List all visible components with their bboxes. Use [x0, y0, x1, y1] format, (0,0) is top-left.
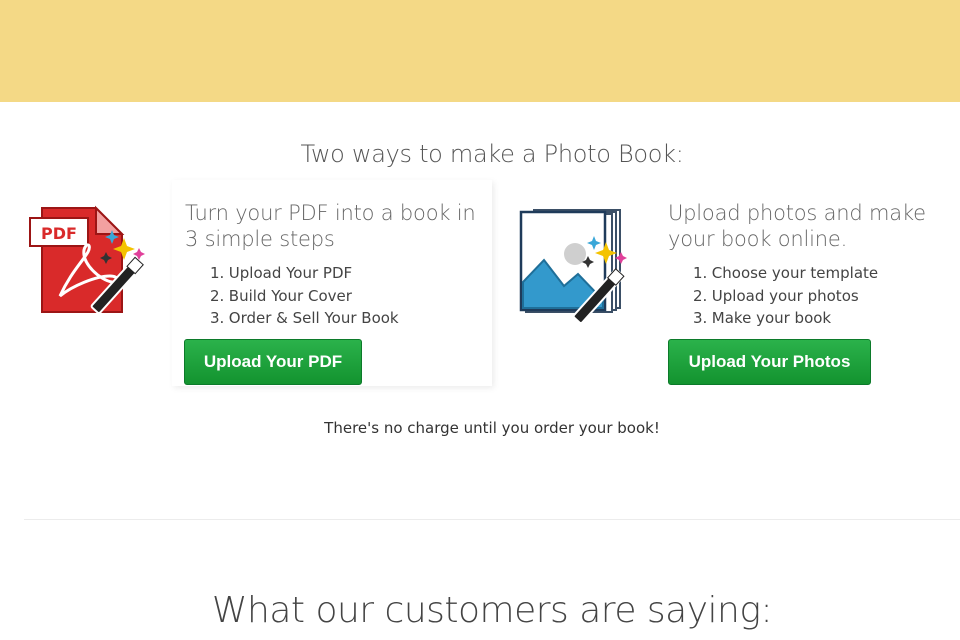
photos-steps-list: 1. Choose your template 2. Upload your p…: [693, 262, 878, 330]
step-label: Choose your template: [711, 264, 879, 282]
list-item: 2. Upload your photos: [693, 286, 859, 305]
section-divider: [24, 519, 960, 520]
list-item: 1. Upload Your PDF: [210, 264, 353, 282]
list-item: 3. Order & Sell Your Book: [210, 309, 399, 327]
photos-option-heading: Upload photos and make your book online.: [668, 201, 926, 251]
svg-text:PDF: PDF: [41, 224, 77, 243]
upload-pdf-button[interactable]: Upload Your PDF: [184, 339, 362, 385]
photo-book-magic-wand-icon: [518, 206, 632, 324]
step-label: Make your book: [711, 309, 832, 327]
pdf-magic-wand-icon: PDF: [26, 204, 150, 324]
testimonials-title: What our customers are saying:: [211, 590, 773, 631]
photos-option-card: Upload photos and make your book online.…: [500, 178, 960, 388]
pdf-steps-list: 1. Upload Your PDF 2. Build Your Cover 3…: [210, 262, 399, 330]
upload-photos-button[interactable]: Upload Your Photos: [668, 339, 871, 385]
pdf-option-card: PDF Turn your PDF into a book in 3 simpl…: [0, 178, 492, 388]
list-item: 1. Choose your template: [693, 264, 879, 282]
step-label: Build Your Cover: [228, 286, 352, 305]
list-item: 2. Build Your Cover: [210, 286, 352, 305]
list-item: 3. Make your book: [693, 309, 832, 327]
step-label: Upload Your PDF: [228, 264, 353, 282]
step-label: Order & Sell Your Book: [228, 309, 399, 327]
pricing-note: There's no charge until you order your b…: [324, 419, 660, 437]
section-title: Two ways to make a Photo Book:: [300, 140, 684, 168]
top-banner: [0, 0, 960, 102]
step-label: Upload your photos: [711, 286, 859, 305]
pdf-option-heading: Turn your PDF into a book in 3 simple st…: [185, 201, 476, 251]
